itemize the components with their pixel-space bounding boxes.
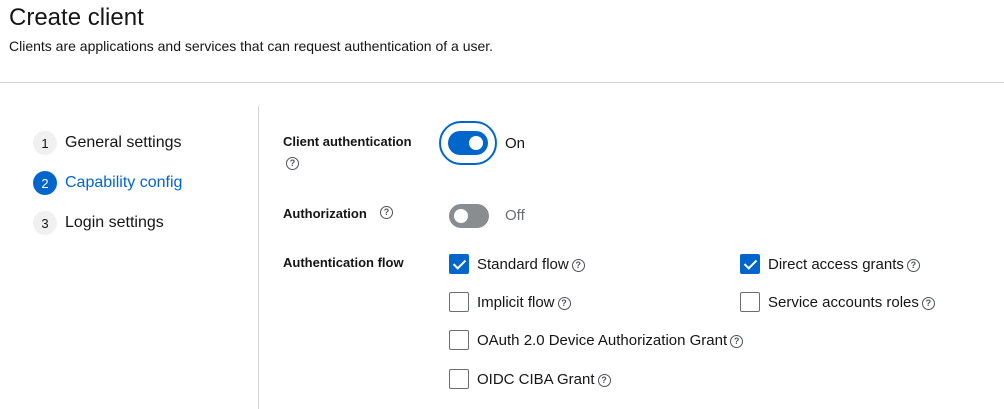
page-title: Create client bbox=[9, 4, 144, 31]
option-label: OIDC CIBA Grant bbox=[477, 370, 595, 388]
implicit-flow-option: Implicit flow ? bbox=[449, 292, 571, 312]
option-label: OAuth 2.0 Device Authorization Grant bbox=[477, 331, 728, 349]
client-authentication-state: On bbox=[505, 135, 526, 152]
option-label: Direct access grants bbox=[768, 255, 904, 273]
step-label: Capability config bbox=[65, 174, 183, 191]
question-circle-icon[interactable]: ? bbox=[380, 206, 393, 219]
step-label: Login settings bbox=[65, 214, 164, 231]
option-label: Implicit flow bbox=[477, 293, 555, 311]
authorization-toggle[interactable] bbox=[449, 204, 489, 228]
standard-flow-option: Standard flow ? bbox=[449, 254, 585, 274]
question-circle-icon[interactable]: ? bbox=[730, 334, 744, 348]
authorization-label: Authorization bbox=[283, 206, 367, 221]
authentication-flow-label: Authentication flow bbox=[283, 255, 404, 270]
standard-flow-checkbox[interactable] bbox=[449, 254, 469, 274]
wizard-step-login-settings[interactable]: 3 Login settings bbox=[33, 211, 164, 235]
toggle-knob bbox=[469, 136, 483, 150]
direct-access-grants-checkbox[interactable] bbox=[740, 254, 760, 274]
option-label: Standard flow bbox=[477, 255, 569, 273]
oauth-device-grant-checkbox[interactable] bbox=[449, 330, 469, 350]
wizard-step-capability-config[interactable]: 2 Capability config bbox=[33, 171, 182, 195]
question-circle-icon[interactable]: ? bbox=[286, 157, 299, 170]
question-circle-icon[interactable]: ? bbox=[597, 373, 611, 387]
step-label: General settings bbox=[65, 134, 182, 151]
authorization-state: Off bbox=[505, 207, 525, 224]
oidc-ciba-grant-checkbox[interactable] bbox=[449, 369, 469, 389]
direct-access-grants-option: Direct access grants ? bbox=[740, 254, 920, 274]
oauth-device-grant-option: OAuth 2.0 Device Authorization Grant ? bbox=[449, 330, 744, 350]
service-accounts-roles-option: Service accounts roles ? bbox=[740, 292, 935, 312]
oidc-ciba-grant-option: OIDC CIBA Grant ? bbox=[449, 369, 611, 389]
question-circle-icon[interactable]: ? bbox=[921, 296, 935, 310]
client-authentication-label: Client authentication bbox=[283, 134, 412, 149]
question-circle-icon[interactable]: ? bbox=[571, 258, 585, 272]
question-circle-icon[interactable]: ? bbox=[906, 258, 920, 272]
wizard-step-general-settings[interactable]: 1 General settings bbox=[33, 131, 182, 155]
page-description: Clients are applications and services th… bbox=[9, 38, 494, 54]
service-accounts-roles-checkbox[interactable] bbox=[740, 292, 760, 312]
page-header: Create client Clients are applications a… bbox=[0, 0, 1004, 83]
step-number: 1 bbox=[33, 131, 57, 155]
question-circle-icon[interactable]: ? bbox=[557, 296, 571, 310]
implicit-flow-checkbox[interactable] bbox=[449, 292, 469, 312]
step-number: 3 bbox=[33, 211, 57, 235]
client-authentication-toggle[interactable] bbox=[448, 131, 488, 155]
step-number: 2 bbox=[33, 171, 57, 195]
option-label: Service accounts roles bbox=[768, 293, 919, 311]
toggle-knob bbox=[454, 209, 468, 223]
